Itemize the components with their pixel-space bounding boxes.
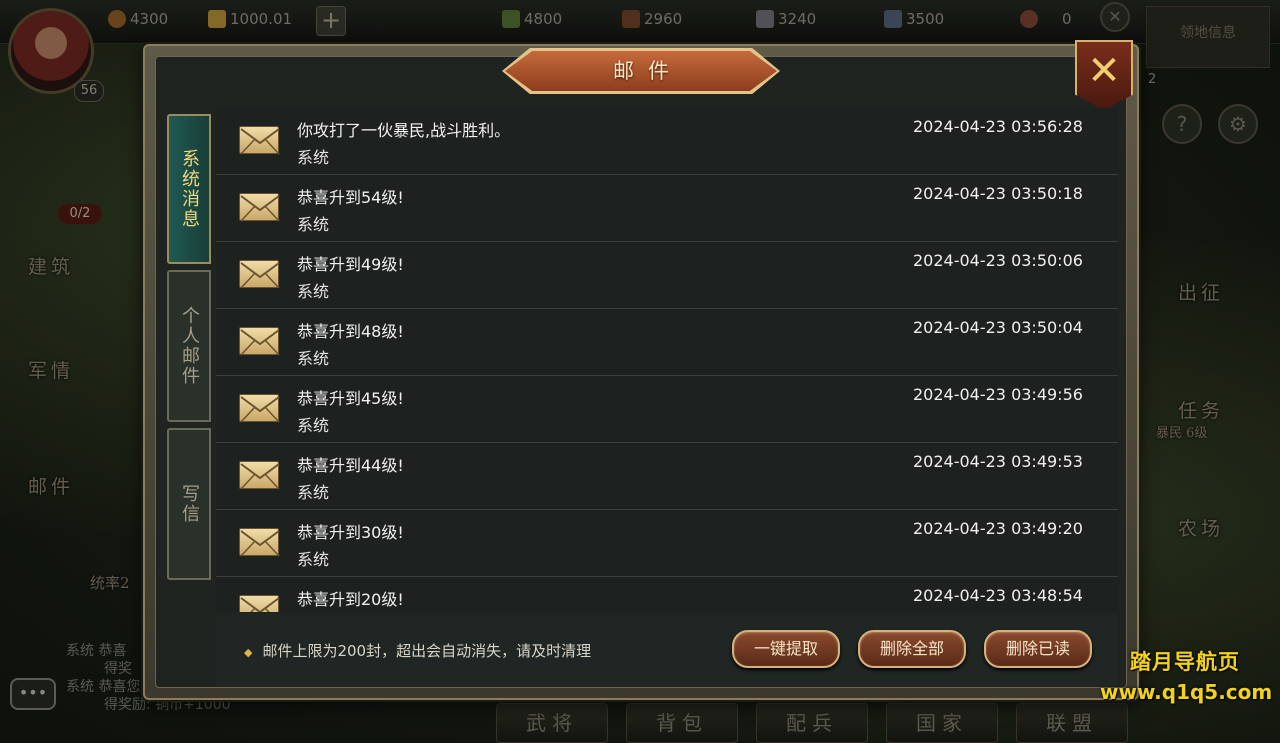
envelope-icon (239, 394, 280, 423)
envelope-icon (239, 595, 280, 612)
mail-sender: 系统 (297, 148, 330, 167)
mail-title: 恭喜升到20级! (297, 590, 404, 609)
mail-row[interactable]: 恭喜升到30级! 系统 2024-04-23 03:49:20 (216, 510, 1118, 577)
mail-row[interactable]: 恭喜升到48级! 系统 2024-04-23 03:50:04 (216, 309, 1118, 376)
mail-sender: 系统 (297, 483, 330, 502)
envelope-icon (239, 193, 280, 222)
site-watermark: 踏月导航页 www.q1q5.com (1100, 646, 1273, 704)
mail-sender: 系统 (297, 416, 330, 435)
mail-title: 恭喜升到49级! (297, 255, 404, 274)
mail-timestamp: 2024-04-23 03:49:53 (913, 452, 1083, 471)
envelope-icon (239, 260, 280, 289)
mail-limit-notice: ◆ 邮件上限为200封，超出会自动消失，请及时清理 (244, 642, 592, 660)
mail-row[interactable]: 恭喜升到45级! 系统 2024-04-23 03:49:56 (216, 376, 1118, 443)
mail-timestamp: 2024-04-23 03:50:06 (913, 251, 1083, 270)
delete-all-button[interactable]: 删除全部 (858, 630, 966, 668)
mail-title: 恭喜升到45级! (297, 389, 404, 408)
watermark-url: www.q1q5.com (1100, 680, 1273, 704)
mail-timestamp: 2024-04-23 03:50:04 (913, 318, 1083, 337)
mail-title: 恭喜升到30级! (297, 523, 404, 542)
mail-timestamp: 2024-04-23 03:48:54 (913, 586, 1083, 605)
tab-personal-mail[interactable]: 个人邮件 (167, 270, 211, 422)
dialog-title: 邮件 (613, 59, 683, 83)
mail-sender: 系统 (297, 215, 330, 234)
diamond-bullet-icon: ◆ (244, 646, 253, 659)
mail-row[interactable]: 恭喜升到54级! 系统 2024-04-23 03:50:18 (216, 175, 1118, 242)
envelope-icon (239, 327, 280, 356)
mail-list[interactable]: 你攻打了一伙暴民,战斗胜利。 系统 2024-04-23 03:56:28 恭喜升到5… (216, 108, 1118, 612)
tab-write-letter[interactable]: 写信 (167, 428, 211, 580)
mail-timestamp: 2024-04-23 03:49:20 (913, 519, 1083, 538)
collect-all-button[interactable]: 一键提取 (732, 630, 840, 668)
mail-footer: ◆ 邮件上限为200封，超出会自动消失，请及时清理 一键提取 删除全部 删除已读 (216, 614, 1118, 686)
mail-row[interactable]: 你攻打了一伙暴民,战斗胜利。 系统 2024-04-23 03:56:28 (216, 108, 1118, 175)
envelope-icon (239, 126, 280, 155)
mail-timestamp: 2024-04-23 03:50:18 (913, 184, 1083, 203)
mail-sender: 系统 (297, 550, 330, 569)
envelope-icon (239, 528, 280, 557)
mail-timestamp: 2024-04-23 03:56:28 (913, 117, 1083, 136)
tab-system-messages[interactable]: 系统消息 (167, 114, 211, 264)
mail-sender: 系统 (297, 282, 330, 301)
envelope-icon (239, 461, 280, 490)
mail-row[interactable]: 恭喜升到20级!系统2024-04-23 03:48:54 (216, 577, 1118, 612)
mail-title: 恭喜升到48级! (297, 322, 404, 341)
mail-title: 恭喜升到44级! (297, 456, 404, 475)
mail-timestamp: 2024-04-23 03:49:56 (913, 385, 1083, 404)
mail-row[interactable]: 恭喜升到49级! 系统 2024-04-23 03:50:06 (216, 242, 1118, 309)
mail-title: 你攻打了一伙暴民,战斗胜利。 (297, 121, 511, 140)
mail-title: 恭喜升到54级! (297, 188, 404, 207)
mail-sender: 系统 (297, 349, 330, 368)
delete-read-button[interactable]: 删除已读 (984, 630, 1092, 668)
mail-row[interactable]: 恭喜升到44级! 系统 2024-04-23 03:49:53 (216, 443, 1118, 510)
watermark-title: 踏月导航页 (1130, 650, 1240, 674)
